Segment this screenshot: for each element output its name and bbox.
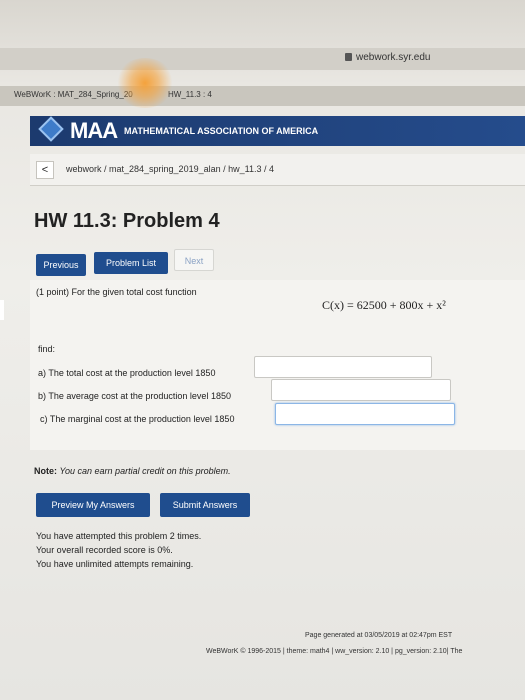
problem-list-button[interactable]: Problem List bbox=[94, 252, 168, 274]
footer-copyright: WeBWorK © 1996-2015 | theme: math4 | ww_… bbox=[206, 648, 463, 655]
part-b-answer-input[interactable] bbox=[271, 379, 451, 401]
part-a-label: a) The total cost at the production leve… bbox=[38, 368, 216, 378]
maa-logo-text: MAA bbox=[70, 118, 118, 143]
score-status: Your overall recorded score is 0%. bbox=[36, 545, 173, 555]
breadcrumb[interactable]: webwork / mat_284_spring_2019_alan / hw_… bbox=[66, 164, 274, 174]
previous-button[interactable]: Previous bbox=[36, 254, 86, 276]
address-bar[interactable] bbox=[0, 48, 525, 70]
part-c-label: c) The marginal cost at the production l… bbox=[40, 414, 235, 424]
part-c-answer-input[interactable] bbox=[275, 403, 455, 425]
back-button[interactable]: < bbox=[36, 161, 54, 179]
find-label: find: bbox=[38, 344, 56, 354]
url-text: webwork.syr.edu bbox=[356, 52, 431, 63]
preview-answers-button[interactable]: Preview My Answers bbox=[36, 493, 150, 517]
url-display[interactable]: webwork.syr.edu bbox=[345, 52, 430, 63]
note-label: Note: bbox=[34, 466, 57, 476]
problem-intro: (1 point) For the given total cost funct… bbox=[36, 287, 197, 297]
note-text: You can earn partial credit on this prob… bbox=[59, 466, 231, 476]
page-title: HW 11.3: Problem 4 bbox=[34, 210, 220, 232]
tab-homework[interactable]: HW_11.3 : 4 bbox=[168, 90, 212, 99]
part-a-answer-input[interactable] bbox=[254, 356, 432, 378]
partial-credit-note: Note: You can earn partial credit on thi… bbox=[34, 466, 231, 476]
photo-screen: webwork.syr.edu WeBWorK : MAT_284_Spring… bbox=[0, 0, 525, 700]
footer-generated: Page generated at 03/05/2019 at 02:47pm … bbox=[305, 632, 453, 639]
remaining-status: You have unlimited attempts remaining. bbox=[36, 559, 194, 569]
attempts-status: You have attempted this problem 2 times. bbox=[36, 531, 202, 541]
cost-function-formula: C(x) = 62500 + 800x + x² bbox=[322, 298, 446, 312]
submit-answers-button[interactable]: Submit Answers bbox=[160, 493, 250, 517]
part-b-label: b) The average cost at the production le… bbox=[38, 391, 231, 401]
window-edge bbox=[0, 300, 4, 320]
lock-icon bbox=[345, 53, 352, 61]
light-glare bbox=[115, 58, 175, 108]
maa-subtitle: MATHEMATICAL ASSOCIATION OF AMERICA bbox=[124, 126, 319, 136]
next-button[interactable]: Next bbox=[174, 249, 214, 271]
tab-course[interactable]: WeBWorK : MAT_284_Spring_20 bbox=[14, 90, 133, 99]
